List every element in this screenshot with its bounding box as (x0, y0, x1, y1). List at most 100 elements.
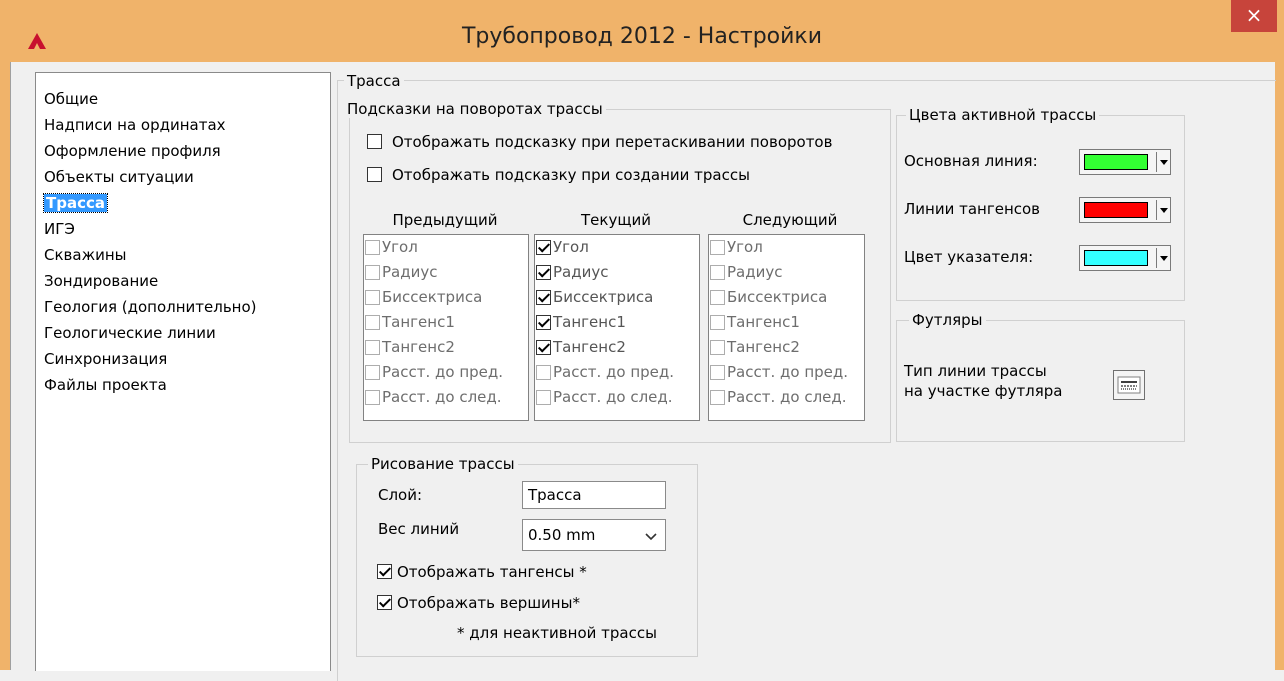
hint-check-label: Тангенс2 (553, 338, 626, 356)
linetype-icon (1117, 376, 1141, 394)
category-item[interactable]: Трасса (43, 191, 108, 215)
hint-check-label: Расст. до след. (553, 388, 673, 406)
show-vertices-checkbox[interactable] (377, 595, 392, 610)
hint-check-item[interactable]: Биссектриса (365, 285, 525, 311)
hint-checkbox[interactable] (365, 390, 380, 405)
category-item[interactable]: Геология (дополнительно) (44, 295, 257, 319)
hint-checkbox[interactable] (536, 265, 551, 280)
hint-check-item[interactable]: Тангенс2 (536, 335, 696, 361)
hint-check-item[interactable]: Радиус (710, 260, 870, 286)
route-color-picker[interactable] (1079, 245, 1171, 271)
hint-checklist[interactable]: Угол Радиус Биссектриса Тангенс1 Тангенс2 Рас… (363, 234, 529, 421)
category-item-label: Оформление профиля (44, 142, 221, 160)
hint-check-item[interactable]: Угол (365, 235, 525, 261)
category-item-label: Трасса (43, 193, 108, 213)
show-vertices-label[interactable]: Отображать вершины* (397, 593, 580, 613)
hint-check-item[interactable]: Расст. до след. (536, 385, 696, 411)
hint-checkbox[interactable] (710, 365, 725, 380)
route-colors-title: Цвета активной трассы (906, 106, 1100, 124)
hint-checkbox[interactable] (365, 340, 380, 355)
hint-checklist[interactable]: Угол Радиус Биссектриса Тангенс1 Тангенс2 Рас… (534, 234, 700, 421)
category-item[interactable]: Файлы проекта (44, 373, 167, 397)
hint-checkbox[interactable] (365, 290, 380, 305)
category-item-label: Общие (44, 90, 99, 108)
hint-check-item[interactable]: Расст. до след. (710, 385, 870, 411)
hint-checkbox[interactable] (536, 315, 551, 330)
hint-check-item[interactable]: Тангенс2 (710, 335, 870, 361)
hint-check-label: Угол (382, 238, 418, 256)
hint-check-item[interactable]: Радиус (536, 260, 696, 286)
route-color-label: Цвет указателя: (904, 248, 1034, 266)
linetype-button[interactable] (1113, 370, 1145, 400)
hint-check-item[interactable]: Тангенс1 (365, 310, 525, 336)
category-item[interactable]: Надписи на ординатах (44, 113, 226, 137)
hint-checkbox[interactable] (536, 365, 551, 380)
dropdown-arrow-icon[interactable] (1156, 152, 1171, 172)
hint-checkbox[interactable] (710, 240, 725, 255)
show-hint-on-create-label[interactable]: Отображать подсказку при создании трассы (392, 165, 750, 185)
hint-check-label: Тангенс2 (382, 338, 455, 356)
hint-checkbox[interactable] (536, 290, 551, 305)
hint-check-item[interactable]: Угол (536, 235, 696, 261)
hint-checkbox[interactable] (710, 390, 725, 405)
category-item[interactable]: Геологические линии (44, 321, 216, 345)
hint-checkbox[interactable] (365, 265, 380, 280)
hint-check-item[interactable]: Биссектриса (536, 285, 696, 311)
hint-check-item[interactable]: Тангенс1 (536, 310, 696, 336)
lineweight-select[interactable]: 0.50 mm (522, 519, 666, 551)
hint-check-label: Радиус (727, 263, 783, 281)
layer-input[interactable]: Трасса (522, 481, 666, 509)
hint-check-label: Тангенс2 (727, 338, 800, 356)
hint-check-label: Расст. до пред. (382, 363, 504, 381)
hint-check-item[interactable]: Радиус (365, 260, 525, 286)
hint-check-item[interactable]: Расст. до пред. (365, 360, 525, 386)
show-tangents-label[interactable]: Отображать тангенсы * (397, 562, 587, 582)
close-button[interactable]: × (1231, 0, 1277, 32)
hint-checkbox[interactable] (710, 265, 725, 280)
hint-check-item[interactable]: Угол (710, 235, 870, 261)
hint-checklist[interactable]: Угол Радиус Биссектриса Тангенс1 Тангенс2 Рас… (708, 234, 865, 421)
hint-check-item[interactable]: Расст. до пред. (710, 360, 870, 386)
hint-checkbox[interactable] (710, 315, 725, 330)
settings-category-list[interactable]: Общие Надписи на ординатах Оформление проф… (35, 72, 331, 671)
hint-check-item[interactable]: Расст. до пред. (536, 360, 696, 386)
hint-checkbox[interactable] (710, 290, 725, 305)
hint-check-label: Биссектриса (727, 288, 828, 306)
hint-checkbox[interactable] (536, 340, 551, 355)
category-item[interactable]: Оформление профиля (44, 139, 221, 163)
category-item[interactable]: ИГЭ (44, 217, 75, 241)
category-item[interactable]: Зондирование (44, 269, 158, 293)
show-hint-on-create-checkbox[interactable] (367, 167, 382, 182)
hint-checkbox[interactable] (710, 340, 725, 355)
route-color-picker[interactable] (1079, 197, 1171, 223)
hint-checkbox[interactable] (365, 240, 380, 255)
hint-check-label: Тангенс1 (727, 313, 800, 331)
route-color-picker[interactable] (1079, 149, 1171, 175)
chevron-down-icon (645, 533, 657, 541)
title-bar[interactable]: Трубопровод 2012 - Настройки × (0, 0, 1284, 62)
category-item[interactable]: Общие (44, 87, 98, 111)
dropdown-arrow-icon[interactable] (1156, 248, 1171, 268)
hint-checkbox[interactable] (365, 315, 380, 330)
hint-check-label: Тангенс1 (553, 313, 626, 331)
dropdown-arrow-icon[interactable] (1156, 200, 1171, 220)
show-tangents-checkbox[interactable] (377, 564, 392, 579)
hint-check-item[interactable]: Тангенс2 (365, 335, 525, 361)
hint-check-item[interactable]: Расст. до след. (365, 385, 525, 411)
color-swatch (1084, 202, 1148, 218)
hint-check-item[interactable]: Биссектриса (710, 285, 870, 311)
category-item-label: ИГЭ (44, 220, 75, 238)
color-swatch (1084, 250, 1148, 266)
category-item[interactable]: Объекты ситуации (44, 165, 194, 189)
show-hint-on-drag-label[interactable]: Отображать подсказку при перетаскивании … (392, 132, 832, 152)
hint-checkbox[interactable] (536, 240, 551, 255)
hint-check-item[interactable]: Тангенс1 (710, 310, 870, 336)
hint-checkbox[interactable] (536, 390, 551, 405)
hint-checkbox[interactable] (365, 365, 380, 380)
hint-check-label: Биссектриса (382, 288, 483, 306)
category-item[interactable]: Скважины (44, 243, 126, 267)
category-item[interactable]: Синхронизация (44, 347, 167, 371)
show-hint-on-drag-checkbox[interactable] (367, 134, 382, 149)
hint-check-label: Расст. до пред. (553, 363, 675, 381)
case-linetype-label-1: Тип линии трассы (904, 362, 1047, 380)
